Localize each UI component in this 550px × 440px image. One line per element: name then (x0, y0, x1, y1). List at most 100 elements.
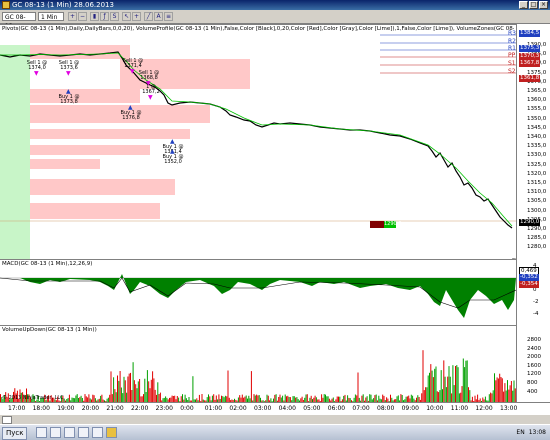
volume-bar (250, 371, 252, 403)
volume-bar (114, 389, 116, 403)
instrument-selector[interactable]: GC 08-13 (2, 12, 36, 30)
volume-bar (443, 360, 445, 403)
volume-tick-label: 1600 (527, 362, 541, 369)
interval-selector[interactable]: 1 Min (38, 12, 64, 21)
volume-bar (430, 364, 432, 403)
macd-tick-label: -2 (533, 299, 539, 305)
taskbar-ninjatrader-icon[interactable] (106, 427, 117, 438)
volume-bar (429, 372, 430, 403)
volume-profile-bar (30, 179, 175, 195)
zoom-out-icon[interactable]: − (78, 12, 87, 21)
indicator-icon[interactable]: ƒ (100, 12, 109, 21)
volume-bar (513, 380, 515, 403)
time-tick-label: 09:00 (401, 405, 419, 412)
price-tick-label: 1340,0 (527, 134, 547, 140)
crosshair-icon[interactable]: + (132, 12, 141, 21)
volume-bar (457, 367, 459, 403)
volume-bar (123, 376, 125, 403)
chart-toolbar: GC 08-13 1 Min + − ▮ ƒ S ↖ + ╱ A ≡ (0, 10, 550, 30)
volume-bar (465, 360, 467, 403)
volume-bar (144, 378, 146, 403)
volume-bar (426, 387, 428, 403)
volume-bar (496, 377, 498, 403)
price-tick-label: 1290,0 (527, 226, 547, 232)
price-tick-label: 1335,0 (527, 143, 547, 150)
minimize-icon[interactable]: _ (519, 1, 528, 9)
pivot-label: S2 (508, 68, 516, 75)
volume-bar (149, 388, 151, 403)
maximize-icon[interactable]: □ (529, 1, 538, 9)
copyright-text: © 2013 NinjaTrader, LLC (2, 395, 64, 401)
taskbar-app-icon[interactable] (92, 427, 103, 438)
volume-bar (442, 389, 443, 403)
volume-bar (508, 389, 510, 403)
buy-arrow-icon: ▲ (170, 138, 175, 145)
zoom-in-icon[interactable]: + (68, 12, 77, 21)
taskbar-app-icon[interactable] (50, 427, 61, 438)
price-axis[interactable]: 1390,01385,01380,01375,01370,01365,01360… (508, 24, 550, 259)
text-tool-icon[interactable]: A (154, 12, 163, 21)
language-indicator[interactable]: EN (516, 427, 524, 438)
taskbar-app-icon[interactable] (78, 427, 89, 438)
volume-bar (447, 376, 449, 403)
price-tick-label: 1305,0 (527, 198, 547, 205)
time-axis[interactable]: 17:00 18:00 19:00 20:00 21:00 22:00 23:00 0:00 0… (0, 402, 550, 414)
time-tick-label: 22:00 (131, 405, 149, 412)
taskbar-app-icon[interactable] (64, 427, 75, 438)
close-icon[interactable]: × (539, 1, 548, 9)
cursor-icon[interactable]: ↖ (122, 12, 131, 21)
volume-bar (113, 377, 115, 403)
volume-bar (449, 376, 451, 403)
price-badge: 1375,3 (519, 45, 541, 52)
price-panel[interactable]: Pivots(GC 08-13 (1 Min),Daily,DailyBars,… (0, 24, 530, 275)
start-button[interactable]: Пуск (2, 427, 28, 440)
trade-signal-label: Buy 1 @ 1373,8 (58, 94, 80, 105)
macd-panel[interactable]: MACD(GC 08-13 (1 Min),12,26,9) (0, 259, 516, 325)
volume-profile-bar (30, 145, 150, 155)
time-tick-label: 07:00 (352, 405, 370, 412)
volume-bar (456, 365, 458, 403)
volume-bar (461, 386, 463, 403)
pivot-label: S1 (508, 60, 516, 67)
time-tick-label: 02:00 (229, 405, 247, 412)
volume-bar (434, 368, 436, 403)
chart-tab[interactable] (2, 416, 12, 424)
chart-tab-strip (0, 414, 550, 424)
volume-bar (432, 377, 434, 403)
price-badge: 1367,8 (519, 60, 541, 67)
volume-axis[interactable]: 2800 2400 2000 1600 1200 800 400 (516, 325, 550, 402)
volume-bar (431, 370, 433, 403)
volume-bar (435, 366, 437, 403)
time-tick-label: 19:00 (57, 405, 75, 412)
volume-bar (464, 367, 466, 403)
price-badge: 1384,5 (519, 30, 541, 37)
price-badge: 1370,3 (519, 53, 541, 60)
line-tool-icon[interactable]: ╱ (144, 12, 153, 21)
volume-bar (128, 373, 130, 403)
time-tick-label: 04:00 (278, 405, 296, 412)
volume-bar (494, 373, 495, 403)
volume-bar (509, 385, 511, 403)
macd-tick-label: -4 (533, 311, 539, 317)
volume-tick-label: 400 (527, 388, 538, 395)
taskbar-app-icon[interactable] (36, 427, 47, 438)
strategy-icon[interactable]: S (110, 12, 119, 21)
volume-tick-label: 1200 (527, 371, 541, 378)
time-tick-label: 0:00 (180, 405, 194, 412)
volume-bar (119, 371, 121, 403)
bar-type-icon[interactable]: ▮ (90, 12, 99, 21)
volume-profile-bar (30, 203, 160, 219)
volume-bar (510, 381, 512, 403)
volume-profile-bar (30, 89, 140, 103)
volume-tick-label: 2400 (527, 345, 541, 352)
volume-bar (192, 376, 194, 403)
time-tick-label: 23:00 (155, 405, 173, 412)
properties-icon[interactable]: ≡ (164, 12, 173, 21)
app-icon (2, 1, 10, 9)
price-line (0, 51, 513, 229)
volume-bar (466, 360, 468, 403)
volume-panel[interactable]: VolumeUpDown(GC 08-13 (1 Min)) © 2013 Ni… (0, 325, 516, 403)
system-tray: EN 13:08 (516, 427, 546, 438)
volume-bar (150, 379, 152, 403)
macd-axis[interactable]: 420-2-4 0,469-0,352-0,354 (516, 259, 550, 325)
